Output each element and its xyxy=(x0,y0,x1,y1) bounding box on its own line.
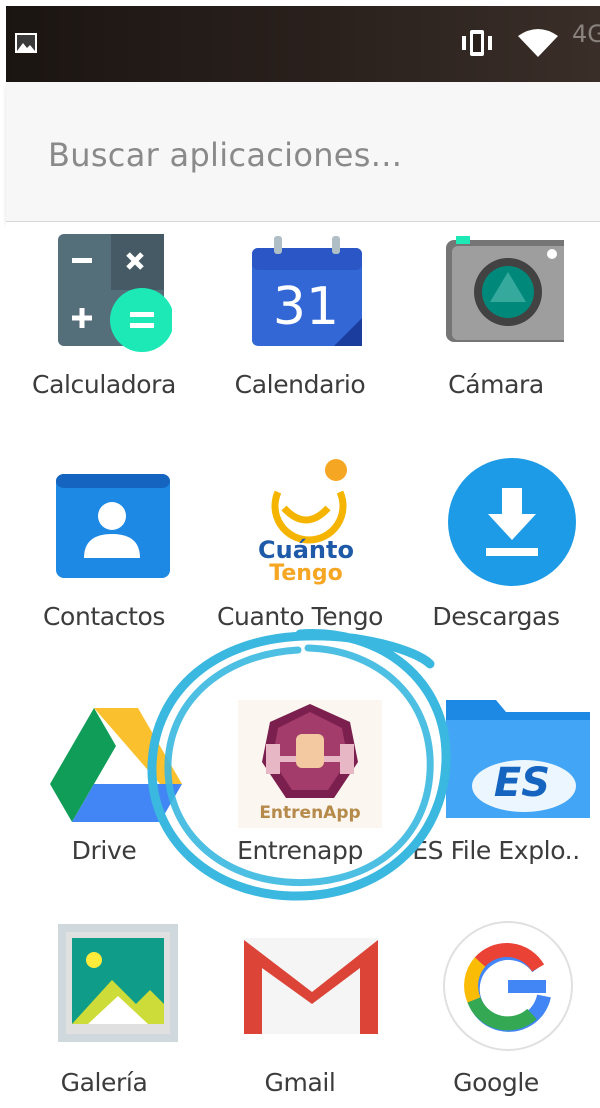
image-notification-icon xyxy=(14,32,38,58)
app-camara[interactable]: Cámara xyxy=(398,222,594,452)
app-drive[interactable]: Drive xyxy=(6,684,202,914)
app-grid: Calculadora 31 Calendario Cámara Contact… xyxy=(6,222,600,1108)
wifi-icon xyxy=(516,28,560,62)
downloads-icon xyxy=(440,452,576,586)
network-type-label: 4G xyxy=(572,20,600,48)
gmail-icon xyxy=(242,936,382,1060)
gallery-icon xyxy=(58,924,182,1048)
calculator-icon xyxy=(48,234,174,358)
app-label: Descargas xyxy=(432,602,560,631)
google-icon xyxy=(440,918,576,1054)
app-contactos[interactable]: Contactos xyxy=(6,452,202,682)
cuanto-text: Cuánto xyxy=(258,536,354,564)
app-label: Gmail xyxy=(264,1068,336,1097)
drive-icon xyxy=(46,702,182,826)
vibrate-icon xyxy=(460,28,494,62)
cuanto-tengo-icon: Cuánto Tengo xyxy=(244,452,368,586)
app-label: Drive xyxy=(71,836,137,865)
app-label: Entrenapp xyxy=(237,836,363,865)
contacts-icon xyxy=(48,466,172,590)
app-galeria[interactable]: Galería xyxy=(6,918,202,1108)
app-label: Google xyxy=(453,1068,539,1097)
app-label: Calculadora xyxy=(32,370,176,399)
app-label: Galería xyxy=(60,1068,148,1097)
entrenapp-icon: EntrenApp xyxy=(238,700,382,828)
app-label: Cámara xyxy=(448,370,544,399)
search-bar[interactable]: Buscar aplicaciones... xyxy=(6,82,600,222)
es-file-explorer-icon: ES xyxy=(440,690,600,830)
camera-icon xyxy=(440,232,574,356)
calendar-day-number: 31 xyxy=(273,277,339,337)
app-entrenapp[interactable]: EntrenApp Entrenapp xyxy=(202,684,398,914)
app-label: Contactos xyxy=(43,602,165,631)
search-input[interactable]: Buscar aplicaciones... xyxy=(48,136,402,174)
app-label: Cuanto Tengo xyxy=(216,602,384,631)
app-cuanto-tengo[interactable]: Cuánto Tengo Cuanto Tengo xyxy=(202,452,398,682)
app-label: ES File Explo.. xyxy=(412,836,580,865)
calendar-icon: 31 xyxy=(244,232,368,356)
app-calculadora[interactable]: Calculadora xyxy=(6,222,202,452)
tengo-text: Tengo xyxy=(269,561,343,586)
app-label: Calendario xyxy=(234,370,366,399)
es-logo-text: ES xyxy=(494,760,550,806)
entrenapp-logo-text: EntrenApp xyxy=(259,803,360,823)
app-gmail[interactable]: Gmail xyxy=(202,918,398,1108)
app-descargas[interactable]: Descargas xyxy=(398,452,594,682)
app-es-file-explorer[interactable]: ES ES File Explo.. xyxy=(398,684,594,914)
status-bar: 4G xyxy=(6,6,600,82)
app-google[interactable]: Google xyxy=(398,918,594,1108)
app-calendario[interactable]: 31 Calendario xyxy=(202,222,398,452)
